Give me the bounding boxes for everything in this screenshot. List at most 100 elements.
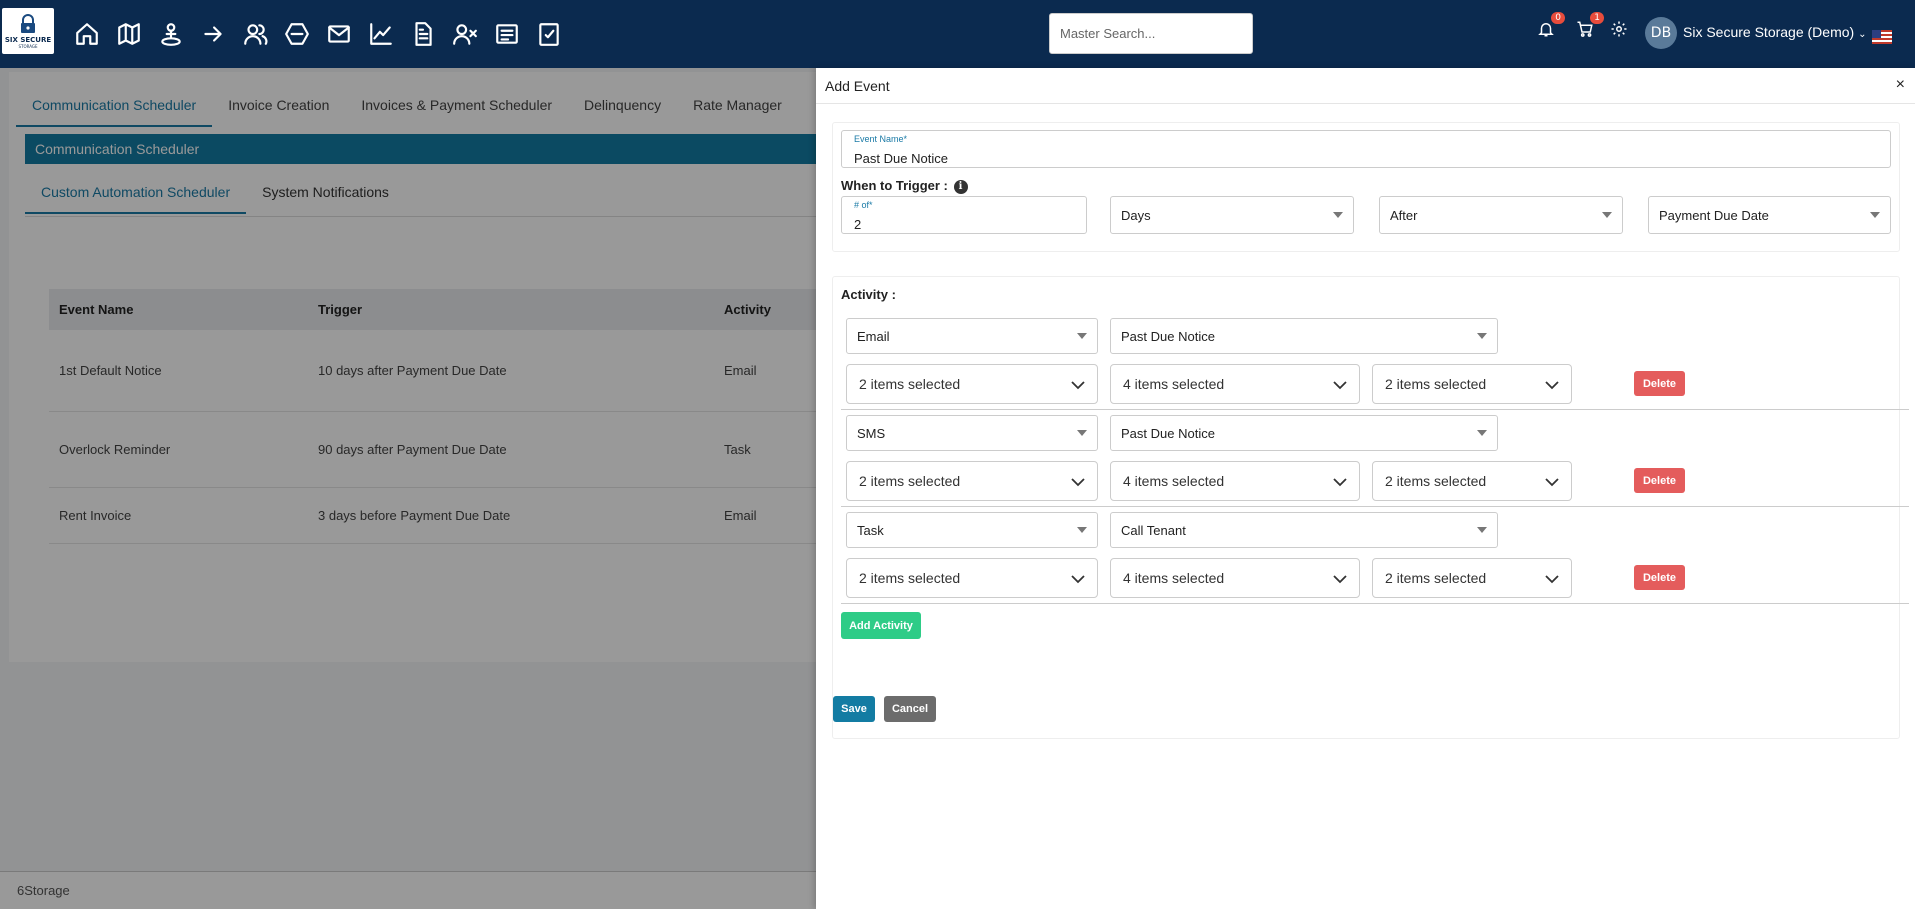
activity-template-select[interactable]: Past Due Notice xyxy=(1110,318,1498,354)
chevron-down-icon xyxy=(1071,377,1085,390)
multiselect-value: 2 items selected xyxy=(1385,473,1487,489)
activity-multiselect[interactable]: 4 items selected xyxy=(1110,364,1360,404)
hexagon-icon[interactable] xyxy=(282,18,312,50)
caret-down-icon xyxy=(1870,212,1880,218)
delete-activity-button[interactable]: Delete xyxy=(1634,371,1685,396)
person-pin-icon[interactable] xyxy=(156,18,186,50)
caret-down-icon xyxy=(1477,333,1487,339)
activity-multiselect[interactable]: 2 items selected xyxy=(846,461,1098,501)
close-icon[interactable]: × xyxy=(1896,76,1905,94)
company-name: Six Secure Storage (Demo) xyxy=(1683,24,1855,40)
master-search-input[interactable] xyxy=(1049,13,1253,54)
multiselect-value: 2 items selected xyxy=(859,473,961,489)
drawer-title: Add Event xyxy=(825,78,890,94)
activity-template-select[interactable]: Past Due Notice xyxy=(1110,415,1498,451)
activity-multiselect[interactable]: 2 items selected xyxy=(1372,461,1572,501)
delete-activity-button[interactable]: Delete xyxy=(1634,468,1685,493)
chevron-down-icon xyxy=(1071,571,1085,584)
gear-icon[interactable] xyxy=(1610,20,1632,42)
add-activity-button[interactable]: Add Activity xyxy=(841,612,921,639)
chevron-down-icon xyxy=(1545,377,1559,390)
top-navbar: SIX SECURE STORAGE 0 1 DB Six Secure Sto… xyxy=(0,0,1915,68)
user-remove-icon[interactable] xyxy=(450,18,480,50)
avatar[interactable]: DB xyxy=(1645,17,1677,49)
divider xyxy=(841,603,1909,604)
logo-subtext: STORAGE xyxy=(18,43,38,49)
activity-template-value: Call Tenant xyxy=(1121,522,1186,538)
cart-icon[interactable]: 1 xyxy=(1576,12,1604,42)
multiselect-value: 2 items selected xyxy=(1385,570,1487,586)
activity-template-value: Past Due Notice xyxy=(1121,425,1215,441)
delete-activity-button[interactable]: Delete xyxy=(1634,565,1685,590)
document-icon[interactable] xyxy=(408,18,438,50)
chevron-down-icon xyxy=(1545,474,1559,487)
trigger-count-value: 2 xyxy=(854,217,862,232)
main-nav xyxy=(72,18,564,50)
divider xyxy=(841,506,1909,507)
multiselect-value: 4 items selected xyxy=(1123,473,1225,489)
bell-icon[interactable]: 0 xyxy=(1537,12,1565,42)
mail-icon[interactable] xyxy=(324,18,354,50)
trigger-reference-value: Payment Due Date xyxy=(1659,207,1769,223)
multiselect-value: 2 items selected xyxy=(859,376,961,392)
activity-multiselect[interactable]: 2 items selected xyxy=(1372,558,1572,598)
chevron-down-icon xyxy=(1333,571,1347,584)
company-logo[interactable]: SIX SECURE STORAGE xyxy=(2,8,54,54)
chevron-down-icon xyxy=(1333,377,1347,390)
when-to-trigger-text: When to Trigger : xyxy=(841,178,948,193)
chevron-down-icon xyxy=(1545,571,1559,584)
activity-type-value: Email xyxy=(857,328,890,344)
multiselect-value: 4 items selected xyxy=(1123,570,1225,586)
home-icon[interactable] xyxy=(72,18,102,50)
when-to-trigger-label: When to Trigger : i xyxy=(841,178,968,194)
lock-icon xyxy=(21,13,35,33)
activity-template-select[interactable]: Call Tenant xyxy=(1110,512,1498,548)
caret-down-icon xyxy=(1602,212,1612,218)
activity-multiselect[interactable]: 2 items selected xyxy=(1372,364,1572,404)
trigger-count-field[interactable]: # of* 2 xyxy=(841,196,1087,234)
activity-type-select[interactable]: Task xyxy=(846,512,1098,548)
trigger-reference-select[interactable]: Payment Due Date xyxy=(1648,196,1891,234)
caret-down-icon xyxy=(1477,527,1487,533)
event-name-field[interactable]: Event Name* Past Due Notice xyxy=(841,130,1891,168)
trigger-count-label: # of* xyxy=(854,200,873,210)
modal-backdrop[interactable] xyxy=(0,68,816,909)
caret-down-icon xyxy=(1477,430,1487,436)
trigger-unit-select[interactable]: Days xyxy=(1110,196,1354,234)
info-icon[interactable]: i xyxy=(953,179,968,194)
chart-icon[interactable] xyxy=(366,18,396,50)
activity-multiselect[interactable]: 2 items selected xyxy=(846,364,1098,404)
company-switcher[interactable]: Six Secure Storage (Demo) ⌄ xyxy=(1683,24,1866,40)
checklist-icon[interactable] xyxy=(534,18,564,50)
trigger-direction-select[interactable]: After xyxy=(1379,196,1623,234)
activity-type-value: Task xyxy=(857,522,884,538)
caret-down-icon xyxy=(1077,333,1087,339)
activity-type-value: SMS xyxy=(857,425,886,441)
cart-count-badge: 1 xyxy=(1590,12,1604,24)
chevron-down-icon: ⌄ xyxy=(1858,29,1867,40)
event-name-value: Past Due Notice xyxy=(854,151,948,166)
activity-label: Activity : xyxy=(841,287,896,302)
logo-text: SIX SECURE xyxy=(4,35,52,44)
list-icon[interactable] xyxy=(492,18,522,50)
activity-multiselect[interactable]: 4 items selected xyxy=(1110,461,1360,501)
multiselect-value: 2 items selected xyxy=(1385,376,1487,392)
notification-count-badge: 0 xyxy=(1551,12,1565,24)
arrow-right-icon[interactable] xyxy=(198,18,228,50)
users-icon[interactable] xyxy=(240,18,270,50)
activity-multiselect[interactable]: 2 items selected xyxy=(846,558,1098,598)
caret-down-icon xyxy=(1333,212,1343,218)
activity-type-select[interactable]: Email xyxy=(846,318,1098,354)
caret-down-icon xyxy=(1077,430,1087,436)
multiselect-value: 4 items selected xyxy=(1123,376,1225,392)
activity-type-select[interactable]: SMS xyxy=(846,415,1098,451)
activity-template-value: Past Due Notice xyxy=(1121,328,1215,344)
trigger-unit-value: Days xyxy=(1121,207,1151,223)
activity-multiselect[interactable]: 4 items selected xyxy=(1110,558,1360,598)
us-flag-icon[interactable] xyxy=(1872,30,1892,44)
chevron-down-icon xyxy=(1071,474,1085,487)
trigger-direction-value: After xyxy=(1390,207,1418,223)
save-button[interactable]: Save xyxy=(833,696,875,722)
map-icon[interactable] xyxy=(114,18,144,50)
cancel-button[interactable]: Cancel xyxy=(884,696,936,722)
